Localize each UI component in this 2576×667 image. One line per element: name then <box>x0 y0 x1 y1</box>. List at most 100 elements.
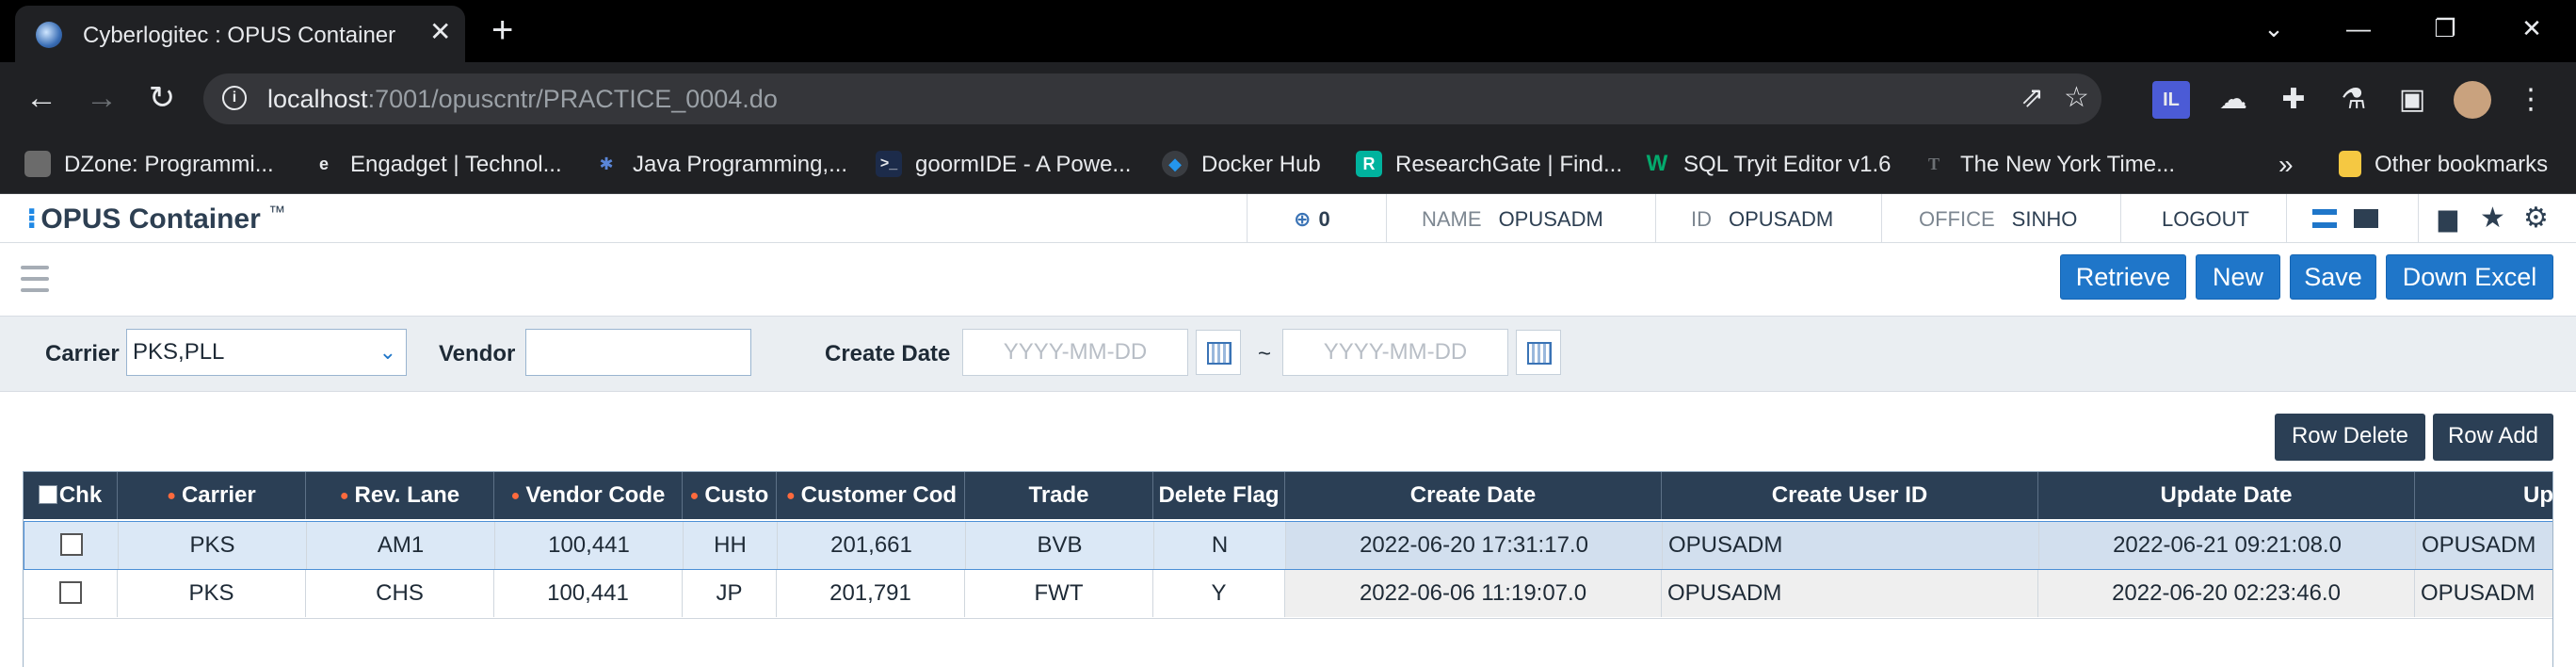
header-trade[interactable]: Trade <box>965 472 1153 519</box>
bookmark-item[interactable]: ◆ Docker Hub <box>1162 148 1321 182</box>
row-checkbox[interactable] <box>58 580 82 604</box>
restore-icon[interactable]: ❐ <box>2403 0 2487 62</box>
cell-delete-flag[interactable]: Y <box>1153 570 1285 617</box>
select-all-checkbox[interactable] <box>38 484 57 504</box>
cell-rev-lane[interactable]: CHS <box>306 570 494 617</box>
header-create-date[interactable]: Create Date <box>1285 472 1662 519</box>
down-excel-button[interactable]: Down Excel <box>2386 254 2553 300</box>
retrieve-button[interactable]: Retrieve <box>2060 254 2186 300</box>
cell-trade[interactable]: BVB <box>966 522 1154 569</box>
new-tab-button[interactable]: + <box>491 11 513 49</box>
browser-menu-icon[interactable]: ⋮ <box>2512 81 2550 119</box>
calendar-to-button[interactable] <box>1516 330 1561 375</box>
carrier-select[interactable]: PKS,PLL ⌄ <box>126 329 407 376</box>
layout-split-icon[interactable] <box>2312 209 2337 228</box>
row-delete-button[interactable]: Row Delete <box>2275 414 2425 461</box>
header-delete-flag[interactable]: Delete Flag <box>1153 472 1285 519</box>
id-value: OPUSADM <box>1729 207 1834 231</box>
cell-customer-code[interactable]: 201,661 <box>778 522 966 569</box>
cell-vendor-code[interactable]: 100,441 <box>495 522 684 569</box>
cell-rev-lane[interactable]: AM1 <box>307 522 495 569</box>
extension-avatar-icon[interactable]: ☁ <box>2214 81 2252 119</box>
row-add-button[interactable]: Row Add <box>2433 414 2553 461</box>
bookmark-item[interactable]: DZone: Programmi... <box>24 148 274 182</box>
share-icon[interactable]: ⇗ <box>2021 83 2044 113</box>
row-select-cell[interactable] <box>24 522 119 569</box>
cell-customer[interactable]: HH <box>684 522 778 569</box>
row-checkbox[interactable] <box>59 532 83 556</box>
bookmark-label: Engadget | Technol... <box>350 152 562 177</box>
bookmarks-bar: DZone: Programmi... e Engadget | Technol.… <box>0 136 2576 194</box>
calendar-from-button[interactable] <box>1196 330 1241 375</box>
table-row[interactable]: PKS AM1 100,441 HH 201,661 BVB N 2022-06… <box>24 521 2552 570</box>
bookmark-item[interactable]: W SQL Tryit Editor v1.6 <box>1644 148 1892 182</box>
bookmark-item[interactable]: R ResearchGate | Find... <box>1356 148 1622 182</box>
header-rev-lane[interactable]: ● Rev. Lane <box>306 472 494 519</box>
cell-delete-flag[interactable]: N <box>1154 522 1286 569</box>
header-chk[interactable]: Chk <box>24 472 118 519</box>
profile-avatar-icon[interactable] <box>2454 81 2491 119</box>
window-close-icon[interactable]: ✕ <box>2489 0 2574 62</box>
reload-icon[interactable]: ↻ <box>141 79 183 121</box>
cell-customer-code[interactable]: 201,791 <box>777 570 965 617</box>
header-vendor-code-label: Vendor Code <box>525 482 666 508</box>
bookmark-item[interactable]: ✱ Java Programming,... <box>593 148 847 182</box>
cell-carrier[interactable]: PKS <box>118 570 306 617</box>
more-bookmarks-button[interactable]: » <box>2278 148 2294 182</box>
header-customer-code[interactable]: ● Customer Cod <box>777 472 965 519</box>
labs-flask-icon[interactable]: ⚗ <box>2335 81 2373 119</box>
intellij-extension-icon[interactable]: IL <box>2152 81 2190 119</box>
user-id: ID OPUSADM <box>1691 207 1833 232</box>
browser-tab-strip: Cyberlogitec : OPUS Container ✕ + ⌄ — ❐ … <box>0 0 2576 62</box>
other-bookmarks-label: Other bookmarks <box>2375 152 2549 177</box>
header-customer[interactable]: ● Custo <box>683 472 777 519</box>
app-logo[interactable]: ⁝ OPUS Container ™ <box>26 203 285 236</box>
address-bar[interactable]: i localhost:7001/opuscntr/PRACTICE_0004.… <box>203 73 2101 124</box>
back-icon[interactable]: ← <box>21 79 62 121</box>
cell-customer[interactable]: JP <box>683 570 777 617</box>
url-text[interactable]: localhost:7001/opuscntr/PRACTICE_0004.do <box>267 85 778 114</box>
bookmark-item[interactable]: >_ goormIDE - A Powe... <box>876 148 1131 182</box>
cell-trade[interactable]: FWT <box>965 570 1153 617</box>
cell-vendor-code[interactable]: 100,441 <box>494 570 683 617</box>
cell-carrier[interactable]: PKS <box>119 522 307 569</box>
header-update-user[interactable]: Up <box>2415 472 2552 519</box>
header-vendor-code[interactable]: ● Vendor Code <box>494 472 683 519</box>
header-carrier[interactable]: ● Carrier <box>118 472 306 519</box>
bookmark-star-icon[interactable]: ☆ <box>2064 83 2089 113</box>
favorite-star-icon[interactable]: ★ <box>2480 202 2505 235</box>
minimize-icon[interactable]: — <box>2316 0 2401 62</box>
tab-title: Cyberlogitec : OPUS Container <box>83 23 396 48</box>
side-panel-icon[interactable]: ▣ <box>2393 81 2431 119</box>
vendor-input[interactable] <box>525 329 751 376</box>
other-bookmarks[interactable]: Other bookmarks <box>2339 148 2548 182</box>
browser-tab[interactable]: Cyberlogitec : OPUS Container ✕ <box>15 6 465 62</box>
cell-create-date: 2022-06-06 11:19:07.0 <box>1285 570 1662 617</box>
tab-search-icon[interactable]: ⌄ <box>2231 0 2316 62</box>
cell-create-date: 2022-06-20 17:31:17.0 <box>1286 522 1663 569</box>
header-create-user-id[interactable]: Create User ID <box>1662 472 2038 519</box>
extensions-puzzle-icon[interactable]: ✚ <box>2275 81 2312 119</box>
logout-button[interactable]: LOGOUT <box>2162 207 2249 232</box>
settings-gear-icon[interactable]: ⚙ <box>2523 202 2549 235</box>
data-grid: Chk ● Carrier ● Rev. Lane ● Vendor Code ● Cu… <box>23 471 2553 667</box>
forward-icon[interactable]: → <box>81 79 122 121</box>
layout-full-icon[interactable] <box>2354 209 2378 228</box>
site-info-icon[interactable]: i <box>222 86 247 110</box>
bookmark-item[interactable]: e Engadget | Technol... <box>311 148 562 182</box>
table-row[interactable]: PKS CHS 100,441 JP 201,791 FWT Y 2022-06… <box>24 570 2552 619</box>
header-rev-lane-label: Rev. Lane <box>354 482 460 508</box>
menu-hamburger-icon[interactable] <box>21 266 49 292</box>
notification-count: 0 <box>1318 207 1330 231</box>
create-date-to-input[interactable]: YYYY-MM-DD <box>1282 329 1508 376</box>
header-update-date[interactable]: Update Date <box>2038 472 2415 519</box>
tab-close-icon[interactable]: ✕ <box>429 19 451 45</box>
row-select-cell[interactable] <box>24 570 118 617</box>
bookmark-item[interactable]: T The New York Time... <box>1921 148 2175 182</box>
create-date-from-input[interactable]: YYYY-MM-DD <box>962 329 1188 376</box>
document-icon[interactable]: ▆ <box>2439 203 2457 233</box>
new-button[interactable]: New <box>2196 254 2280 300</box>
notification-counter[interactable]: ⊕ 0 <box>1294 207 1330 232</box>
save-button[interactable]: Save <box>2290 254 2376 300</box>
required-dot-icon: ● <box>786 487 796 504</box>
